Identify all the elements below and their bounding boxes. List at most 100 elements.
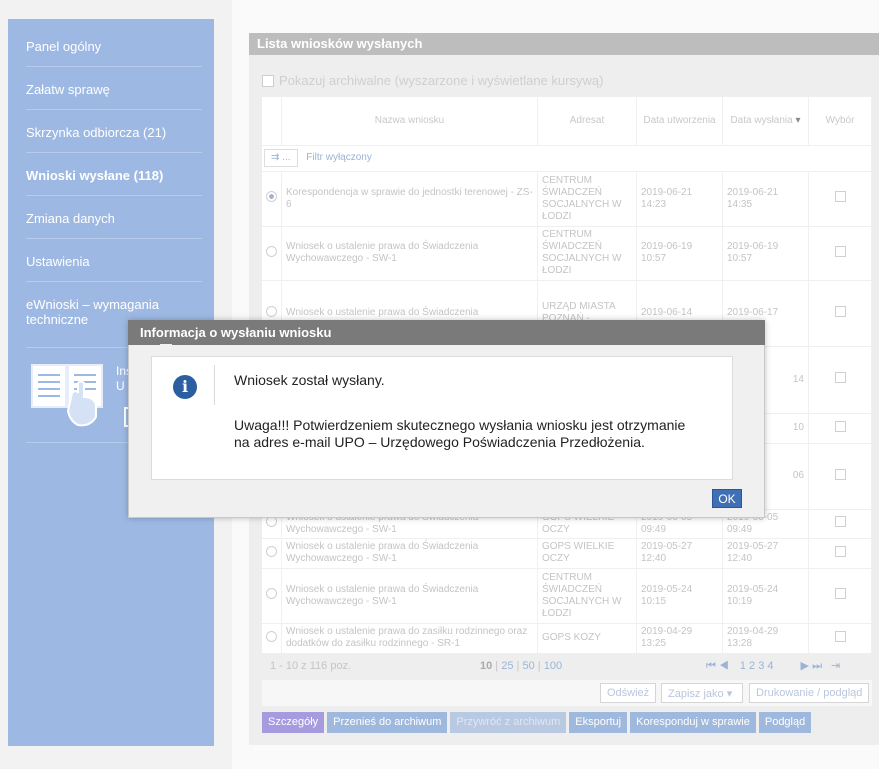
dialog-title: Informacja o wysłaniu wniosku [128,320,765,345]
action-bar: Szczegóły Przenieś do archiwum Przywróć … [262,712,812,733]
restore-button[interactable]: Przywróć z archiwum [450,712,567,733]
last-page-icon[interactable]: ⏭ [812,660,822,672]
page-size-50[interactable]: 50 [522,660,534,672]
expand-icon[interactable]: ⇥ [831,660,840,672]
column-header-select: Wybór [808,97,872,145]
sidebar-item-panel[interactable]: Panel ogólny [26,39,196,54]
row-select-cell [808,508,872,538]
row-radio-cell [262,622,282,653]
export-button[interactable]: Eksportuj [569,712,628,733]
filter-button[interactable]: ⇉ ... [264,149,298,167]
sidebar-item-sent[interactable]: Wnioski wysłane (118) [26,168,196,183]
row-sent: 2019-05-27 12:40 [722,537,809,568]
row-checkbox[interactable] [834,245,846,257]
row-select-cell [808,412,872,443]
dialog-notch [160,344,172,356]
preview-button[interactable]: Podgląd [758,712,812,733]
save-as-button[interactable]: Zapisz jako ▾ [661,683,743,703]
row-checkbox[interactable] [834,588,846,599]
row-radio[interactable] [266,191,277,202]
sidebar-item-settings[interactable]: Ustawienia [26,254,196,269]
table-row[interactable]: Wniosek o ustalenie prawa do zasiłku rod… [262,622,872,653]
details-button[interactable]: Szczegóły [262,712,325,733]
table-row[interactable]: Wniosek o ustalenie prawa do Świadczenia… [262,225,872,280]
row-select-cell [808,622,872,653]
row-name: Wniosek o ustalenie prawa do zasiłku rod… [281,622,538,653]
row-sent: 2019-04-29 13:28 [722,622,809,653]
filter-status: Filtr wyłączony [306,152,372,163]
table-row[interactable]: Korespondencja w sprawie do jednostki te… [262,170,872,226]
row-radio-cell [262,567,282,623]
row-select-cell [808,537,872,568]
prev-page-icon[interactable]: ◀ [719,660,729,672]
next-page-icon[interactable]: ▶ [801,660,809,672]
archive-checkbox[interactable] [262,74,274,87]
first-page-icon[interactable]: ⏮ [706,660,716,672]
row-radio-cell [262,170,282,226]
filter-row: ⇉ ... Filtr wyłączony [262,144,872,171]
sidebar-item-data[interactable]: Zmiana danych [26,211,196,226]
row-checkbox[interactable] [834,630,846,642]
dialog-warning: Uwaga!!! Potwierdzeniem skutecznego wysł… [234,417,686,450]
dialog-divider [214,365,215,405]
column-header-addressee[interactable]: Adresat [537,97,637,145]
row-radio[interactable] [266,545,277,557]
table-row[interactable]: Wniosek o ustalenie prawa do Świadczenia… [262,567,872,623]
row-checkbox[interactable] [834,191,846,202]
row-name: Wniosek o ustalenie prawa do Świadczenia… [281,567,538,623]
sidebar-item-inbox[interactable]: Skrzynka odbiorcza (21) [26,125,196,140]
table-row[interactable]: Wniosek o ustalenie prawa do Świadczenia… [262,537,872,568]
grid-toolbar: Odśwież Zapisz jako ▾ Drukowanie / podgl… [262,680,872,706]
sidebar-item-zalatw[interactable]: Załatw sprawę [26,82,196,97]
archive-checkbox-row[interactable]: Pokazuj archiwalne (wyszarzone i wyświet… [262,73,603,88]
row-select-cell [808,442,872,509]
row-name: Wniosek o ustalenie prawa do Świadczenia… [281,225,538,280]
row-addressee: CENTRUM ŚWIADCZEŃ SOCJALNYCH W ŁODZI [537,170,637,226]
manual-book-icon[interactable] [30,359,110,429]
page-size-25[interactable]: 25 [501,660,513,672]
chevron-down-icon: ▾ [726,688,733,700]
page-size-100[interactable]: 100 [544,660,562,672]
page-numbers[interactable]: 1 2 3 4 [740,660,774,672]
filter-arrows-icon: ⇉ [271,152,280,163]
row-addressee: CENTRUM ŚWIADCZEŃ SOCJALNYCH W ŁODZI [537,225,637,280]
row-checkbox[interactable] [834,468,846,480]
column-header-sent[interactable]: Data wysłania ▾ [722,97,809,145]
row-checkbox[interactable] [834,516,846,527]
row-select-cell [808,567,872,623]
archive-checkbox-label: Pokazuj archiwalne (wyszarzone i wyświet… [279,73,604,88]
page-size-10[interactable]: 10 [480,660,492,672]
print-preview-button[interactable]: Drukowanie / podgląd [749,683,870,703]
row-checkbox[interactable] [834,545,846,557]
row-addressee: CENTRUM ŚWIADCZEŃ SOCJALNYCH W ŁODZI [537,567,637,623]
row-addressee: GOPS WIELKIE OCZY [537,537,637,568]
correspond-button[interactable]: Koresponduj w sprawie [630,712,756,733]
pager: 1 - 10 z 116 poz. 10 | 25 | 50 | 100 ⏮ ◀… [262,656,872,678]
row-radio[interactable] [266,588,277,599]
pager-summary: 1 - 10 z 116 poz. [270,660,352,672]
sidebar-divider [26,152,202,153]
page-navigation: ⏮ ◀ 1 2 3 4 ▶ ⏭ ⇥ [706,659,840,673]
filter-button-label: ... [282,152,291,163]
row-name: Wniosek o ustalenie prawa do Świadczenia… [281,537,538,568]
info-icon: i [173,375,197,399]
ok-button[interactable]: OK [712,489,742,508]
row-checkbox[interactable] [834,420,846,432]
row-checkbox[interactable] [834,305,846,317]
row-addressee: GOPS KOZY [537,622,637,653]
sort-desc-icon: ▾ [795,115,801,127]
archive-button[interactable]: Przenieś do archiwum [327,712,448,733]
row-radio[interactable] [266,305,277,317]
row-radio[interactable] [266,245,277,257]
row-created: 2019-06-19 10:57 [636,225,723,280]
save-as-label: Zapisz jako [668,688,724,700]
column-header-created[interactable]: Data utworzenia [636,97,723,145]
row-radio[interactable] [266,630,277,642]
sidebar-divider [26,109,202,110]
row-checkbox[interactable] [834,372,846,383]
column-header-name[interactable]: Nazwa wniosku [281,97,538,145]
sidebar-divider [26,66,202,67]
row-created: 2019-06-21 14:23 [636,170,723,226]
row-radio-cell [262,537,282,568]
refresh-button[interactable]: Odśwież [600,683,657,703]
